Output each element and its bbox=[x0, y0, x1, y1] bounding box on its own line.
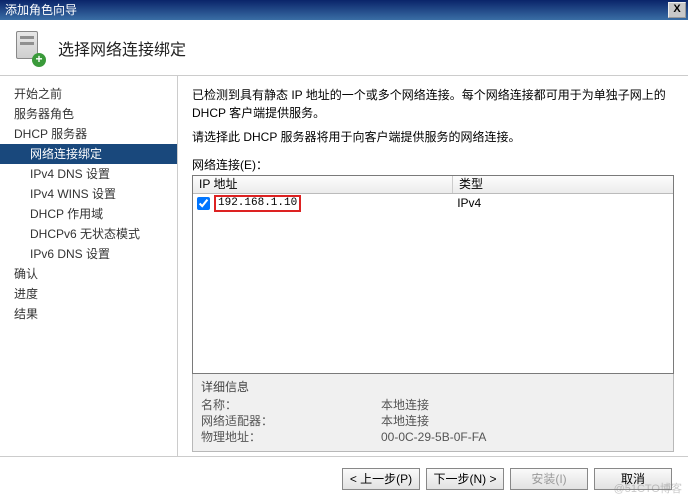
details-panel: 详细信息 名称： 本地连接 网络适配器： 本地连接 物理地址： 00-0C-29… bbox=[192, 374, 674, 452]
row-type: IPv4 bbox=[451, 196, 673, 210]
wizard-sidebar: 开始之前 服务器角色 DHCP 服务器 网络连接绑定 IPv4 DNS 设置 I… bbox=[0, 76, 178, 456]
details-title: 详细信息 bbox=[201, 378, 665, 395]
sidebar-item-dhcpv6-stateless[interactable]: DHCPv6 无状态模式 bbox=[0, 224, 177, 244]
detail-name-value: 本地连接 bbox=[381, 397, 429, 413]
page-title: 选择网络连接绑定 bbox=[58, 36, 186, 60]
wizard-content: 已检测到具有静态 IP 地址的一个或多个网络连接。每个网络连接都可用于为单独子网… bbox=[178, 76, 688, 456]
detail-adapter-label: 网络适配器： bbox=[201, 413, 381, 429]
sidebar-item-before-begin[interactable]: 开始之前 bbox=[0, 84, 177, 104]
list-row[interactable]: 192.168.1.10 IPv4 bbox=[193, 194, 673, 212]
row-checkbox[interactable] bbox=[197, 197, 210, 210]
sidebar-item-ipv6-dns[interactable]: IPv6 DNS 设置 bbox=[0, 244, 177, 264]
description-1: 已检测到具有静态 IP 地址的一个或多个网络连接。每个网络连接都可用于为单独子网… bbox=[192, 86, 674, 122]
window-title: 添加角色向导 bbox=[5, 0, 77, 20]
wizard-header: + 选择网络连接绑定 bbox=[0, 20, 688, 76]
sidebar-item-server-roles[interactable]: 服务器角色 bbox=[0, 104, 177, 124]
col-ip[interactable]: IP 地址 bbox=[193, 176, 453, 193]
sidebar-item-dhcp-server[interactable]: DHCP 服务器 bbox=[0, 124, 177, 144]
list-header: IP 地址 类型 bbox=[193, 176, 673, 194]
next-button[interactable]: 下一步(N) > bbox=[426, 468, 504, 490]
connections-label: 网络连接(E)： bbox=[192, 156, 674, 173]
sidebar-item-result[interactable]: 结果 bbox=[0, 304, 177, 324]
title-bar: 添加角色向导 X bbox=[0, 0, 688, 20]
cancel-button[interactable]: 取消 bbox=[594, 468, 672, 490]
sidebar-item-ipv4-dns[interactable]: IPv4 DNS 设置 bbox=[0, 164, 177, 184]
install-button: 安装(I) bbox=[510, 468, 588, 490]
col-type[interactable]: 类型 bbox=[453, 176, 673, 193]
sidebar-item-ipv4-wins[interactable]: IPv4 WINS 设置 bbox=[0, 184, 177, 204]
connections-listbox[interactable]: IP 地址 类型 192.168.1.10 IPv4 bbox=[192, 175, 674, 374]
sidebar-item-dhcp-scope[interactable]: DHCP 作用域 bbox=[0, 204, 177, 224]
close-button[interactable]: X bbox=[668, 2, 686, 18]
list-rows: 192.168.1.10 IPv4 bbox=[193, 194, 673, 373]
sidebar-item-progress[interactable]: 进度 bbox=[0, 284, 177, 304]
detail-name-label: 名称： bbox=[201, 397, 381, 413]
detail-mac-value: 00-0C-29-5B-0F-FA bbox=[381, 429, 486, 445]
row-ip: 192.168.1.10 bbox=[214, 195, 301, 212]
description-2: 请选择此 DHCP 服务器将用于向客户端提供服务的网络连接。 bbox=[192, 128, 674, 146]
server-icon: + bbox=[14, 31, 44, 65]
detail-mac-label: 物理地址： bbox=[201, 429, 381, 445]
detail-adapter-value: 本地连接 bbox=[381, 413, 429, 429]
wizard-footer: < 上一步(P) 下一步(N) > 安装(I) 取消 bbox=[0, 456, 688, 500]
sidebar-item-network-binding[interactable]: 网络连接绑定 bbox=[0, 144, 177, 164]
sidebar-item-confirm[interactable]: 确认 bbox=[0, 264, 177, 284]
prev-button[interactable]: < 上一步(P) bbox=[342, 468, 420, 490]
